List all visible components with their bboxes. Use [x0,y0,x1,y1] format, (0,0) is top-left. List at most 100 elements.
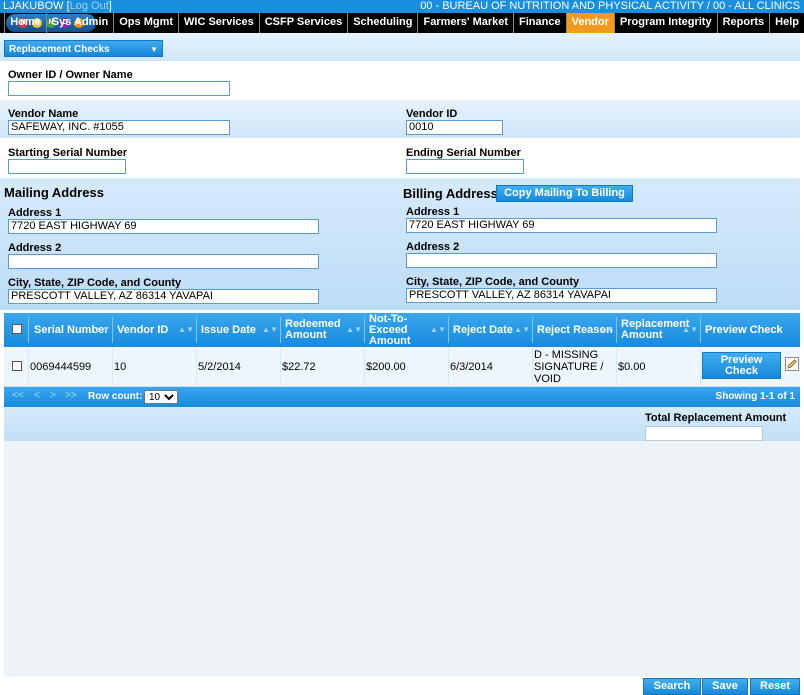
nav-help[interactable]: Help [769,13,804,33]
cell-not-to-exceed-amount: $200.00 [366,361,406,373]
column-label: Issue Date [201,323,257,336]
row-count-label: Row count: [88,391,143,402]
column-label: Preview Check [705,323,783,336]
showing-count: Showing 1-1 of 1 [715,391,795,402]
next-page-button[interactable]: > [50,390,56,401]
organization-label: 00 - BUREAU OF NUTRITION AND PHYSICAL AC… [420,0,800,12]
owner-field[interactable] [8,81,230,96]
edit-icon[interactable] [785,357,799,371]
column-divider [364,347,365,387]
search-button[interactable]: Search [643,678,701,695]
vendor-id-label: Vendor ID [406,108,458,120]
sort-icon[interactable]: ▲▼ [178,324,194,335]
owner-label: Owner ID / Owner Name [8,69,133,81]
mailing-address1-field[interactable]: 7720 EAST HIGHWAY 69 [8,219,319,234]
vendor-name-label: Vendor Name [8,108,79,120]
nav-sys-admin[interactable]: Sys Admin [45,13,113,33]
column-divider [196,347,197,387]
column-divider [280,317,281,343]
column-reject-reason[interactable]: Reject Reason ▲▼ [537,313,616,347]
column-divider [196,317,197,343]
row-checkbox[interactable] [12,361,22,371]
sort-icon[interactable]: ▲▼ [94,324,110,335]
column-not-to-exceed-amount[interactable]: Not-To-Exceed Amount ▲▼ [369,313,448,347]
starting-serial-field[interactable] [8,159,126,174]
nav-home[interactable]: Home [4,13,46,33]
column-redeemed-amount[interactable]: Redeemed Amount ▲▼ [285,313,364,347]
column-label: Replacement Amount [621,318,690,341]
select-all-checkbox[interactable] [12,324,22,334]
column-issue-date[interactable]: Issue Date ▲▼ [201,313,280,347]
results-empty-area [4,441,800,677]
sort-icon[interactable]: ▲▼ [682,324,698,335]
grid-header: Serial Number ▲▼ Vendor ID ▲▼ Issue Date ▲▼… [4,313,800,347]
column-divider [616,317,617,343]
total-replacement-label: Total Replacement Amount [645,412,787,424]
copy-mailing-to-billing-button[interactable]: Copy Mailing To Billing [496,185,633,202]
nav-wic-services[interactable]: WIC Services [178,13,259,33]
column-label: Vendor ID [117,323,169,336]
sort-icon[interactable]: ▲▼ [598,324,614,335]
reset-button[interactable]: Reset [750,678,800,695]
nav-ops-mgmt[interactable]: Ops Mgmt [113,13,178,33]
column-divider [364,317,365,343]
last-page-button[interactable]: >> [65,390,77,401]
sort-icon[interactable]: ▲▼ [514,324,530,335]
column-divider [112,347,113,387]
column-divider [280,347,281,387]
mailing-city-label: City, State, ZIP Code, and County [8,277,182,289]
vendor-id-field[interactable]: 0010 [406,120,503,135]
column-divider [448,347,449,387]
cell-reject-date: 6/3/2014 [450,361,493,373]
page-selector-dropdown[interactable]: Replacement Checks ▼ [4,40,163,57]
billing-address-title: Billing Address [403,186,498,201]
username: LJAKUBOW [3,0,64,12]
nav-vendor[interactable]: Vendor [565,13,614,33]
nav-csfp-services[interactable]: CSFP Services [258,13,347,33]
column-replacement-amount[interactable]: Replacement Amount ▲▼ [621,313,700,347]
preview-check-button[interactable]: Preview Check [702,352,781,379]
vendor-name-field[interactable]: SAFEWAY, INC. #1055 [8,120,230,135]
column-divider [112,317,113,343]
billing-address2-field[interactable] [406,253,717,268]
billing-address1-field[interactable]: 7720 EAST HIGHWAY 69 [406,218,717,233]
column-vendor-id[interactable]: Vendor ID ▲▼ [117,313,196,347]
logout-link[interactable]: Log Out [70,0,109,12]
nav-finance[interactable]: Finance [513,13,566,33]
column-label: Reject Date [453,323,513,336]
user-info: LJAKUBOW [Log Out] [3,0,112,13]
sort-icon[interactable]: ▲▼ [262,324,278,335]
column-divider [700,347,701,387]
mailing-address2-field[interactable] [8,254,319,269]
main-menu: Home Sys Admin Ops Mgmt WIC Services CSF… [4,13,804,33]
prev-page-button[interactable]: < [34,390,40,401]
cell-reject-reason: D - MISSING SIGNATURE / VOID [534,349,604,385]
totals-band: Total Replacement Amount [4,407,800,441]
nav-farmers-market[interactable]: Farmers' Market [417,13,513,33]
nav-program-integrity[interactable]: Program Integrity [613,13,717,33]
column-divider [616,347,617,387]
starting-serial-label: Starting Serial Number [8,147,128,159]
save-button[interactable]: Save [702,678,748,695]
mailing-city-field[interactable]: PRESCOTT VALLEY, AZ 86314 YAVAPAI [8,289,319,304]
mailing-address2-label: Address 2 [8,242,62,254]
ending-serial-field[interactable] [406,159,524,174]
nav-scheduling[interactable]: Scheduling [347,13,417,33]
billing-city-field[interactable]: PRESCOTT VALLEY, AZ 86314 YAVAPAI [406,288,717,303]
column-reject-date[interactable]: Reject Date ▲▼ [453,313,532,347]
cell-replacement-amount: $0.00 [618,361,646,373]
sort-icon[interactable]: ▲▼ [430,324,446,335]
column-divider [28,347,29,387]
row-count-select[interactable]: 10 [144,390,178,404]
chevron-down-icon: ▼ [150,45,158,54]
mailing-address1-label: Address 1 [8,207,62,219]
cell-vendor-id: 10 [114,361,127,373]
cell-issue-date: 5/2/2014 [198,361,241,373]
nav-reports[interactable]: Reports [716,13,770,33]
column-divider [532,347,533,387]
first-page-button[interactable]: << [12,390,24,401]
logout-bracket-close: ] [108,0,112,12]
column-serial-number[interactable]: Serial Number ▲▼ [34,313,112,347]
cell-serial-number: 0069444599 [30,361,92,373]
sort-icon[interactable]: ▲▼ [346,324,362,335]
